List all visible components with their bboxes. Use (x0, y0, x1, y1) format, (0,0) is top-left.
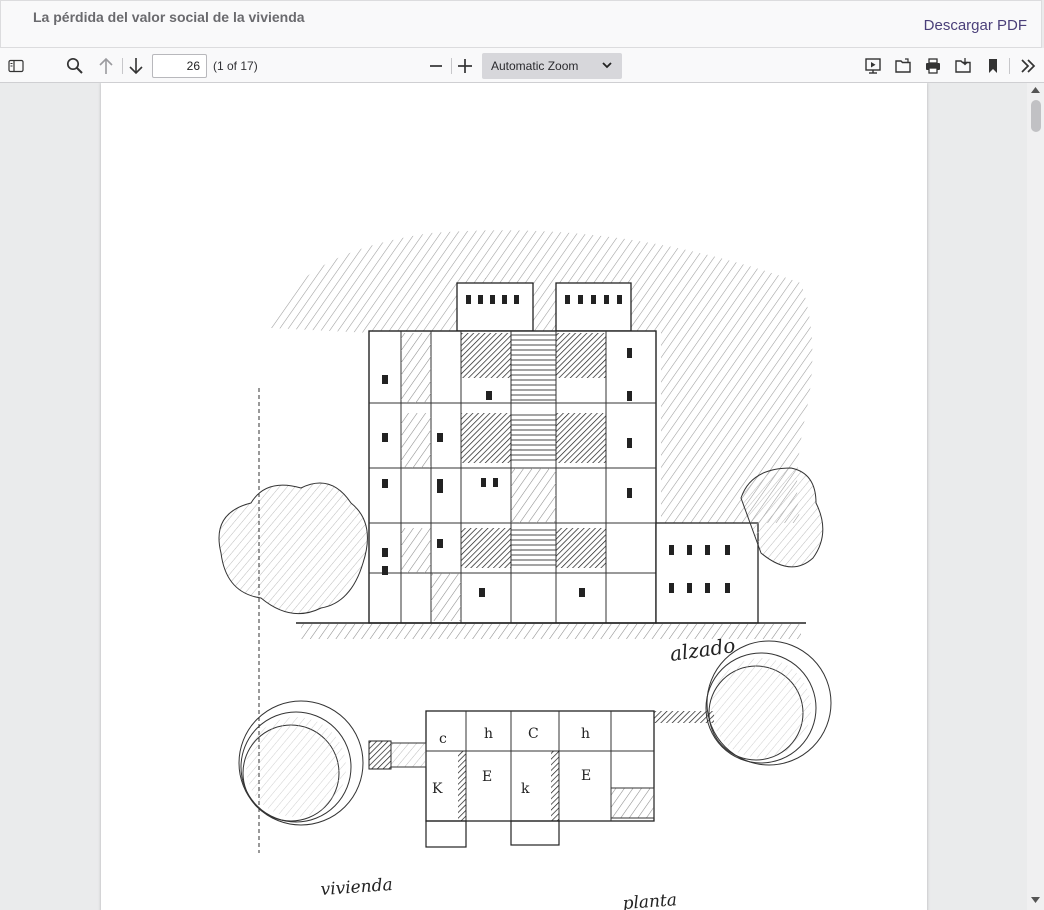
sidebar-toggle-button[interactable] (3, 53, 29, 79)
save-button[interactable] (950, 53, 976, 79)
chevron-down-icon (602, 62, 612, 69)
presentation-mode-button[interactable] (860, 53, 886, 79)
arrow-up-icon (99, 57, 113, 74)
svg-text:K: K (432, 781, 443, 797)
svg-text:h: h (484, 726, 493, 742)
scroll-down-arrow-icon[interactable] (1031, 897, 1040, 903)
zoom-select[interactable]: Automatic Zoom (482, 53, 622, 79)
open-file-button[interactable] (890, 53, 916, 79)
sketch-label-planta: planta (622, 890, 678, 910)
arrow-down-icon (129, 58, 143, 75)
print-button[interactable] (920, 53, 946, 79)
svg-text:k: k (521, 781, 530, 797)
tools-menu-button[interactable] (1015, 53, 1041, 79)
page-count: (1 of 17) (213, 59, 258, 73)
download-pdf-link[interactable]: Descargar PDF (924, 17, 1027, 34)
vertical-scrollbar[interactable] (1027, 83, 1044, 910)
pdf-page: alzado chCh KEkE vivienda planta (101, 83, 927, 910)
search-icon (66, 57, 83, 74)
toolbar-separator (1009, 58, 1010, 74)
app-header: La pérdida del valor social de la vivien… (0, 0, 1042, 48)
zoom-out-icon (430, 65, 442, 67)
architectural-sketch: alzado chCh KEkE vivienda planta (218, 230, 832, 910)
page-number-input[interactable] (152, 54, 207, 78)
bookmark-icon (989, 59, 997, 73)
zoom-select-value: Automatic Zoom (491, 59, 579, 73)
save-icon (955, 58, 971, 73)
zoom-out-button[interactable] (423, 53, 449, 79)
svg-text:C: C (528, 726, 539, 742)
svg-text:c: c (439, 731, 447, 747)
document-viewer[interactable]: alzado chCh KEkE vivienda planta (0, 83, 1044, 910)
previous-page-button[interactable] (93, 53, 119, 79)
svg-text:h: h (581, 726, 590, 742)
next-page-button[interactable] (123, 53, 149, 79)
zoom-in-button[interactable] (452, 53, 478, 79)
bookmark-button[interactable] (980, 53, 1006, 79)
svg-text:E: E (581, 768, 591, 784)
zoom-in-icon (458, 59, 472, 73)
sketch-label-vivienda: vivienda (320, 875, 393, 900)
pdf-toolbar: (1 of 17) Automatic Zoom (0, 48, 1044, 83)
double-chevron-right-icon (1021, 59, 1036, 73)
print-icon (926, 58, 940, 74)
open-file-icon (895, 58, 911, 73)
scroll-up-arrow-icon[interactable] (1031, 87, 1040, 93)
document-title: La pérdida del valor social de la vivien… (33, 9, 305, 25)
find-button[interactable] (62, 53, 88, 79)
sidebar-toggle-icon (8, 59, 24, 73)
scrollbar-thumb[interactable] (1031, 100, 1041, 132)
presentation-icon (865, 58, 881, 74)
svg-text:E: E (482, 769, 492, 785)
